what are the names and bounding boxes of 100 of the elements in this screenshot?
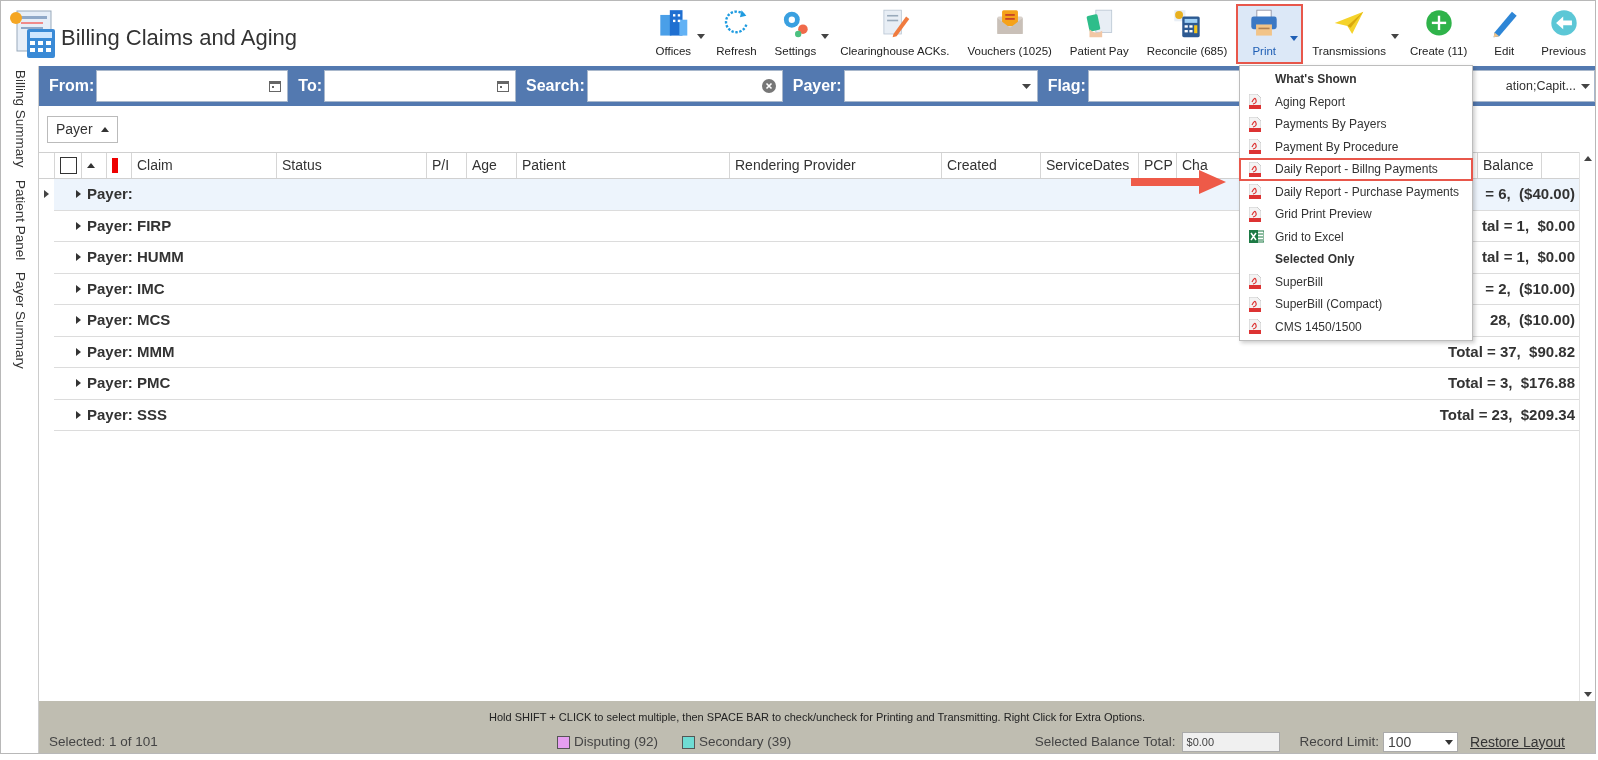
menu-item[interactable]: Payments By Payers [1239, 113, 1473, 136]
caret-icon[interactable] [697, 34, 706, 39]
group-total: = 6, ($40.00) [1485, 184, 1576, 204]
group-total: Total = 23, $209.34 [1439, 404, 1576, 425]
group-label: Payer: MMM [87, 341, 175, 362]
expand-icon[interactable] [76, 316, 81, 325]
expand-icon[interactable] [76, 347, 81, 356]
group-label: Payer: PMC [87, 373, 171, 393]
expand-icon[interactable] [76, 379, 81, 388]
clear-icon[interactable] [761, 79, 776, 93]
column-header[interactable]: PCP [1144, 155, 1173, 176]
menu-item[interactable]: Grid Print Preview [1239, 203, 1473, 226]
pdf-file-icon [1249, 116, 1261, 132]
group-total: 28, ($10.00) [1489, 310, 1576, 330]
menu-item[interactable]: Aging Report [1239, 90, 1473, 113]
restore-layout-link[interactable]: Restore Layout [1470, 731, 1565, 753]
scroll-down-icon[interactable] [1583, 692, 1592, 697]
toolbar-button[interactable]: Vouchers (1025) [958, 4, 1061, 64]
group-label: Payer: FIRP [87, 215, 172, 236]
hint-text: Hold SHIFT + CLICK to select multiple, then SPACE BAR to check/uncheck for Printing and Transmitting. Right Click for Extra Options. [488, 710, 1146, 725]
column-header[interactable]: Claim [137, 155, 173, 176]
search-field[interactable] [586, 70, 783, 102]
column-header[interactable]: Patient [522, 155, 566, 176]
dropdown-field[interactable] [843, 70, 1038, 102]
calendar-icon[interactable] [497, 80, 509, 92]
column-header[interactable]: Age [472, 155, 497, 176]
group-label: Payer: SSS [87, 404, 168, 425]
column-header[interactable]: Created [947, 155, 997, 176]
toolbar-button[interactable]: Edit [1476, 4, 1533, 64]
menu-item[interactable]: Grid to Excel [1239, 225, 1473, 248]
column-header[interactable]: Balance [1483, 155, 1534, 176]
side-tab[interactable]: Payer Summary [9, 271, 30, 369]
side-tab[interactable]: Patient Panel [9, 179, 30, 260]
legend-label: Secondary (39) [699, 732, 792, 751]
filter-label: Search: [526, 76, 585, 96]
caret-icon[interactable] [1021, 83, 1031, 89]
sort-icon[interactable] [87, 163, 95, 168]
filter-label: Payer: [792, 76, 842, 96]
expand-icon[interactable] [76, 253, 81, 262]
toolbar-button[interactable]: Settings [765, 4, 826, 64]
pdf-file-icon [1249, 94, 1261, 110]
group-total: Total = 37, $90.82 [1448, 341, 1576, 362]
expand-icon[interactable] [76, 284, 81, 293]
record-limit-dropdown[interactable]: 100 [1383, 732, 1459, 752]
selection-count: Selected: 1 of 101 [49, 732, 159, 751]
filter-label: To: [298, 76, 322, 96]
expand-icon[interactable] [76, 410, 81, 419]
toolbar-button[interactable]: Transmissions [1303, 4, 1395, 64]
menu-heading: Selected Only [1274, 251, 1356, 269]
group-label: Payer: MCS [87, 310, 171, 330]
toolbar-button[interactable]: Previous [1532, 4, 1595, 64]
caret-icon[interactable] [1581, 83, 1590, 89]
group-total: tal = 1, $0.00 [1482, 215, 1576, 236]
menu-item[interactable]: SuperBill [1239, 270, 1473, 293]
group-by-chip[interactable]: Payer [47, 115, 118, 143]
pdf-file-icon [1249, 161, 1261, 177]
caret-icon[interactable] [1390, 34, 1399, 39]
calendar-icon[interactable] [269, 80, 282, 92]
flag-marker-icon [112, 158, 118, 173]
sort-icon [100, 126, 109, 132]
group-label: Payer: IMC [87, 278, 165, 299]
menu-item[interactable]: Daily Report - Billng Payments [1239, 158, 1473, 181]
pdf-file-icon [1249, 206, 1261, 222]
pdf-file-icon [1249, 139, 1261, 155]
checkbox[interactable] [60, 157, 77, 174]
toolbar-button[interactable]: Reconcile (685) [1137, 4, 1237, 64]
column-header[interactable]: ServiceDates [1046, 155, 1130, 176]
toolbar-button[interactable]: Print [1236, 4, 1304, 64]
group-total: = 2, ($10.00) [1485, 278, 1576, 299]
column-header[interactable]: Rendering Provider [735, 155, 856, 176]
toolbar-button[interactable]: Create (11) [1400, 4, 1477, 64]
toolbar-button[interactable]: Patient Pay [1060, 4, 1138, 64]
expand-icon[interactable] [76, 190, 81, 199]
toolbar-button[interactable]: Clearinghouse ACKs. [831, 4, 959, 64]
pdf-file-icon [1249, 319, 1261, 335]
filter-label: Flag: [1047, 76, 1086, 96]
caret-icon[interactable] [821, 34, 830, 39]
menu-heading: What's Shown [1274, 71, 1358, 89]
group-label: Payer: [87, 184, 133, 204]
scroll-up-icon[interactable] [1583, 156, 1592, 161]
calculator-sheet-icon [9, 8, 57, 59]
side-tab[interactable]: Billing Summary [9, 70, 30, 168]
date-field[interactable] [96, 70, 289, 102]
menu-item[interactable]: Payment By Procedure [1239, 135, 1473, 158]
pdf-file-icon [1249, 184, 1261, 200]
balance-field: $0.00 [1181, 732, 1280, 752]
column-header[interactable]: Status [282, 155, 322, 176]
balance-label: Selected Balance Total: [1034, 732, 1176, 751]
column-header[interactable]: P/I [432, 155, 450, 176]
expand-icon[interactable] [76, 221, 81, 230]
caret-icon[interactable] [1445, 739, 1454, 745]
menu-item[interactable]: SuperBill (Compact) [1239, 293, 1473, 316]
date-field[interactable] [324, 70, 516, 102]
column-header[interactable]: Cha [1182, 155, 1208, 176]
toolbar-button[interactable]: Refresh [707, 4, 766, 64]
record-limit-label: Record Limit: [1299, 732, 1380, 751]
menu-item[interactable]: Daily Report - Purchase Payments [1239, 180, 1473, 203]
row-indicator-icon [44, 190, 49, 199]
toolbar-button[interactable]: Offices [645, 4, 702, 64]
menu-item[interactable]: CMS 1450/1500 [1239, 315, 1473, 338]
